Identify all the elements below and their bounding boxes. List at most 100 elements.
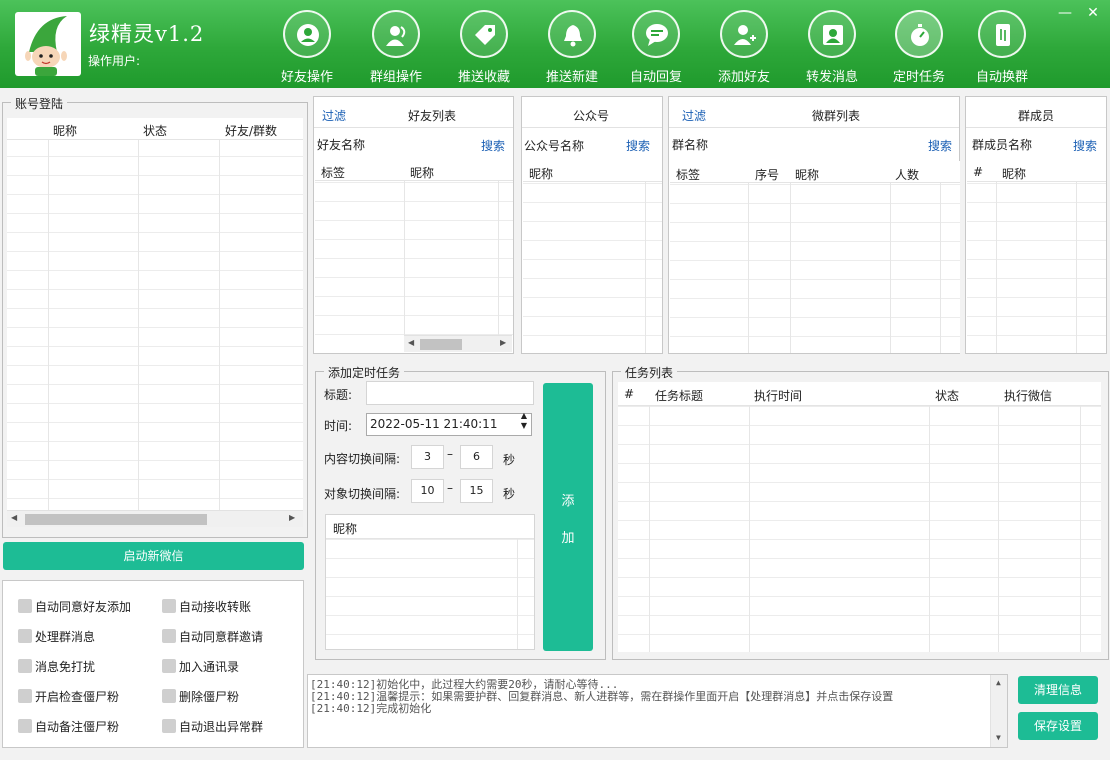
spinner-icon[interactable]: ▲ ▼	[521, 411, 527, 431]
nav-group-ops[interactable]: 群组操作	[353, 8, 439, 86]
group-list-title: 微群列表	[812, 109, 861, 123]
nav-label: 群组操作	[369, 70, 422, 85]
group-list-panel: 过滤 微群列表 群名称 搜索 标签 序号 昵称 人数	[668, 96, 960, 354]
elf-logo	[15, 12, 81, 76]
friend-filter-link[interactable]: 过滤	[322, 107, 346, 124]
official-name-label[interactable]: 公众号名称	[524, 137, 584, 154]
close-button[interactable]: ✕	[1083, 4, 1103, 22]
group-members-title: 群成员	[1018, 109, 1055, 123]
nav-push-new[interactable]: 推送新建	[529, 8, 615, 86]
official-accounts-title: 公众号	[573, 109, 610, 123]
task-title-input[interactable]	[366, 381, 534, 405]
column-header: 状态	[935, 389, 960, 403]
column-header: 状态	[143, 124, 168, 138]
friend-name-label[interactable]: 好友名称	[317, 136, 365, 153]
scroll-thumb[interactable]	[25, 514, 207, 525]
scroll-left-icon[interactable]: ◀	[11, 513, 17, 522]
range-dash: –	[447, 481, 453, 495]
operator-label: 操作用户:	[88, 54, 141, 68]
save-settings-button[interactable]: 保存设置	[1018, 712, 1098, 740]
friend-list-panel: 过滤 好友列表 好友名称 搜索 标签 昵称 ◀ ▶	[313, 96, 514, 354]
nav-label: 定时任务	[892, 70, 945, 85]
account-table[interactable]: 昵称 状态 好友/群数	[7, 118, 303, 510]
nav-push-favorites[interactable]: 推送收藏	[441, 8, 527, 86]
content-interval-label: 内容切换间隔:	[324, 452, 401, 466]
nav-label: 推送新建	[545, 70, 598, 85]
group-icon	[386, 26, 406, 46]
scroll-down-icon[interactable]: ▼	[996, 733, 1001, 742]
add-task-legend: 添加定时任务	[324, 364, 405, 381]
group-filter-link[interactable]: 过滤	[682, 107, 706, 124]
member-search-button[interactable]: 搜索	[1073, 137, 1097, 154]
friend-search-button[interactable]: 搜索	[481, 137, 505, 154]
column-header: 昵称	[795, 168, 820, 182]
column-header: 执行时间	[754, 389, 803, 403]
object-interval-min[interactable]: 10	[411, 479, 444, 503]
friend-table[interactable]: 标签 昵称	[315, 159, 513, 335]
nav-label: 转发消息	[805, 70, 858, 85]
group-name-label[interactable]: 群名称	[672, 136, 708, 153]
nav-label: 自动回复	[629, 70, 682, 85]
official-accounts-panel: 公众号 公众号名称 搜索 昵称	[521, 96, 663, 354]
member-name-label[interactable]: 群成员名称	[972, 136, 1032, 153]
scroll-right-icon[interactable]: ▶	[500, 338, 506, 347]
official-search-button[interactable]: 搜索	[626, 137, 650, 154]
column-header: 昵称	[53, 124, 78, 138]
scroll-right-icon[interactable]: ▶	[289, 513, 295, 522]
stopwatch-icon	[911, 24, 929, 46]
column-header: 昵称	[529, 167, 554, 181]
task-list-legend: 任务列表	[621, 364, 678, 381]
official-table[interactable]: 昵称	[523, 160, 662, 353]
object-interval-label: 对象切换间隔:	[324, 487, 401, 501]
nav-add-friend[interactable]: 添加好友	[701, 8, 787, 86]
nav-scheduled-task[interactable]: 定时任务	[876, 8, 962, 86]
scroll-up-icon[interactable]: ▲	[996, 678, 1001, 687]
friend-list-title: 好友列表	[408, 109, 457, 123]
object-interval-max[interactable]: 15	[460, 479, 493, 503]
task-time-value: 2022-05-11 21:40:11	[370, 417, 498, 431]
app-header: 绿精灵v1.2 操作用户: 好友操作 群组操作 推送收藏 推送新建 自动回复 添…	[0, 0, 1110, 88]
nav-label: 自动换群	[975, 70, 1028, 85]
options-panel: 自动同意好友添加 自动接收转账 处理群消息 自动同意群邀请 消息免打扰 加入通讯…	[2, 580, 304, 748]
clear-info-button[interactable]: 清理信息	[1018, 676, 1098, 704]
nav-friend-ops[interactable]: 好友操作	[264, 8, 350, 86]
add-task-button[interactable]: 添 加	[543, 383, 593, 651]
task-target-table[interactable]: 昵称	[325, 514, 535, 650]
nav-forward-message[interactable]: 转发消息	[789, 8, 875, 86]
task-table[interactable]: # 任务标题 执行时间 状态 执行微信	[618, 382, 1101, 652]
column-header: 标签	[676, 168, 701, 182]
nav-label: 添加好友	[717, 70, 770, 85]
column-header: #	[973, 165, 984, 179]
group-search-button[interactable]: 搜索	[928, 137, 952, 154]
seconds-unit: 秒	[503, 453, 516, 467]
account-login-legend: 账号登陆	[11, 95, 68, 112]
scroll-thumb[interactable]	[420, 339, 462, 350]
column-header: 任务标题	[655, 389, 704, 403]
log-vscrollbar[interactable]: ▲ ▼	[990, 675, 1007, 747]
friend-hscrollbar[interactable]: ◀ ▶	[404, 335, 512, 352]
scroll-left-icon[interactable]: ◀	[408, 338, 414, 347]
column-header: 序号	[755, 168, 780, 182]
log-output[interactable]: [21:40:12]初始化中，此过程大约需要20秒，请耐心等待... [21:4…	[307, 674, 1008, 748]
member-table[interactable]: # 昵称	[967, 160, 1106, 353]
bell-icon	[564, 25, 582, 47]
account-hscrollbar[interactable]: ◀ ▶	[7, 510, 303, 527]
chat-bubble-icon	[646, 24, 668, 46]
task-time-picker[interactable]: 2022-05-11 21:40:11 ▲ ▼	[366, 411, 532, 436]
minimize-button[interactable]: —	[1055, 4, 1075, 22]
group-table[interactable]: 标签 序号 昵称 人数	[670, 161, 960, 353]
task-title-label: 标题:	[324, 388, 353, 402]
nav-auto-reply[interactable]: 自动回复	[613, 8, 699, 86]
column-header: 人数	[895, 168, 920, 182]
phone-swap-icon	[996, 24, 1010, 46]
nav-label: 好友操作	[280, 70, 333, 85]
start-wechat-button[interactable]: 启动新微信	[3, 542, 304, 570]
task-time-label: 时间:	[324, 419, 353, 433]
column-header: #	[624, 387, 635, 401]
column-header: 昵称	[410, 166, 435, 180]
content-interval-max[interactable]: 6	[460, 445, 493, 469]
column-header: 昵称	[333, 522, 358, 536]
nav-auto-switch-group[interactable]: 自动换群	[959, 8, 1045, 86]
content-interval-min[interactable]: 3	[411, 445, 444, 469]
column-header: 好友/群数	[225, 124, 278, 138]
